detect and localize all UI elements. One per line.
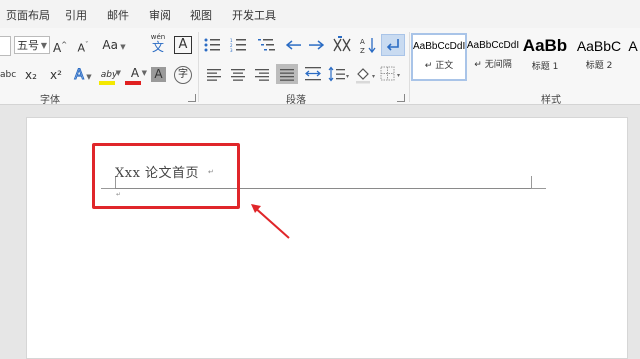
chevron-down-icon: ▼ <box>40 41 47 50</box>
character-border-button[interactable]: A <box>174 36 192 54</box>
style-heading-2[interactable]: AaBbC 标题 2 <box>573 34 625 78</box>
svg-text:▾: ▾ <box>372 73 375 80</box>
shading-icon[interactable]: ▾ <box>354 66 378 84</box>
grow-font-button[interactable]: A^ <box>53 36 67 57</box>
text-effects-icon: A <box>74 67 85 84</box>
shrink-font-button[interactable]: Aˇ <box>76 36 90 58</box>
styles-group-label: 样式 <box>541 95 561 106</box>
align-right-icon[interactable] <box>254 68 270 82</box>
shrink-font-icon: A <box>77 41 86 55</box>
document-page[interactable]: Xxx 论文首页 ↵ ↵ <box>26 117 628 359</box>
style-sample: AaBbC <box>576 38 622 54</box>
tab-developer[interactable]: 开发工具 <box>232 7 276 23</box>
subscript-button[interactable]: x₂ <box>23 66 39 84</box>
tab-view[interactable]: 视图 <box>190 7 212 23</box>
enclose-characters-button[interactable]: 字 <box>174 66 192 84</box>
align-left-icon[interactable] <box>206 68 222 82</box>
margin-corner-mark <box>531 176 546 189</box>
bullets-icon[interactable] <box>204 38 224 52</box>
group-divider <box>198 32 199 102</box>
character-shading-icon: A <box>154 67 163 81</box>
font-dialog-launcher-icon[interactable] <box>188 94 196 102</box>
show-formatting-button[interactable] <box>381 34 405 56</box>
highlight-color-swatch <box>99 81 115 85</box>
ribbon-tab-bar: 页面布局 引用 邮件 审阅 视图 开发工具 <box>0 0 640 28</box>
line-spacing-icon[interactable]: ▾ <box>328 66 350 82</box>
multilevel-list-icon[interactable] <box>258 38 280 52</box>
style-sample: AaBbCcDdI <box>466 40 520 51</box>
style-sample: AaBb <box>522 36 568 55</box>
font-color-icon: A <box>130 66 140 80</box>
text-highlight-button[interactable]: aby ▼ <box>97 64 121 86</box>
paragraph-mark-icon <box>386 39 399 51</box>
justify-button[interactable] <box>276 64 298 84</box>
style-sample: AaBbCcDdI <box>413 41 465 52</box>
sort-icon[interactable]: AZ <box>360 36 376 54</box>
phonetic-guide-icon: 文 <box>151 40 164 54</box>
annotation-highlight-box <box>92 143 240 209</box>
ribbon: 五号 ▼ A^ Aˇ Aa ▼ wén 文 A abc x₂ x² A ▼ ab… <box>0 28 640 106</box>
style-sample: A <box>628 38 638 54</box>
style-normal[interactable]: AaBbCcDdI ↵ 正文 <box>411 33 467 81</box>
font-color-swatch <box>125 81 141 85</box>
superscript-button[interactable]: x² <box>48 66 64 84</box>
svg-text:3: 3 <box>230 48 233 52</box>
document-area: Xxx 论文首页 ↵ ↵ <box>0 105 640 359</box>
tab-review[interactable]: 审阅 <box>149 7 171 23</box>
style-name: 标题 1 <box>531 62 559 72</box>
paragraph-dialog-launcher-icon[interactable] <box>397 94 405 102</box>
numbering-icon[interactable]: 1 2 3 <box>230 38 252 52</box>
enclose-characters-icon: 字 <box>178 69 188 80</box>
font-size-value: 五号 <box>17 39 39 52</box>
font-color-button[interactable]: A ▼ <box>123 64 147 86</box>
strikethrough-icon: abc <box>0 70 17 80</box>
character-border-icon: A <box>178 37 188 52</box>
distributed-icon[interactable] <box>304 66 322 82</box>
decrease-indent-icon[interactable] <box>286 38 302 52</box>
align-center-icon[interactable] <box>230 68 246 82</box>
font-group-label: 字体 <box>40 95 60 106</box>
change-case-icon: Aa <box>102 38 118 52</box>
font-size-combo[interactable]: 五号 ▼ <box>14 36 50 54</box>
svg-text:▾: ▾ <box>346 73 349 80</box>
change-case-button[interactable]: Aa ▼ <box>99 36 129 56</box>
paragraph-group-label: 段落 <box>286 95 306 106</box>
group-divider <box>409 32 410 102</box>
svg-text:Z: Z <box>360 47 365 54</box>
style-name: ↵ 正文 <box>424 61 454 71</box>
style-name: ↵ 无间隔 <box>474 60 512 70</box>
grow-font-icon: A <box>53 41 62 55</box>
subscript-icon: x₂ <box>25 68 37 82</box>
svg-text:▾: ▾ <box>397 72 400 79</box>
superscript-icon: x² <box>50 68 62 82</box>
tab-page-layout[interactable]: 页面布局 <box>6 7 50 23</box>
character-shading-button[interactable]: A <box>151 67 166 82</box>
tab-references[interactable]: 引用 <box>65 7 87 23</box>
phonetic-guide-button[interactable]: wén 文 <box>150 32 166 56</box>
justify-icon <box>280 69 294 81</box>
style-name: 标题 2 <box>585 61 613 71</box>
text-effects-button[interactable]: A ▼ <box>72 66 94 86</box>
annotation-arrow-icon <box>251 204 290 239</box>
style-heading-1[interactable]: AaBb 标题 1 <box>521 34 569 78</box>
style-more[interactable]: A <box>626 34 640 78</box>
tab-mailings[interactable]: 邮件 <box>107 7 129 23</box>
borders-icon[interactable]: ▾ <box>380 66 404 82</box>
increase-indent-icon[interactable] <box>308 38 324 52</box>
style-no-spacing[interactable]: AaBbCcDdI ↵ 无间隔 <box>466 34 520 78</box>
font-name-combo-tail[interactable] <box>0 36 11 56</box>
svg-text:A: A <box>360 38 365 46</box>
chinese-layout-icon[interactable] <box>332 36 352 54</box>
strikethrough-button[interactable]: abc <box>0 66 17 84</box>
